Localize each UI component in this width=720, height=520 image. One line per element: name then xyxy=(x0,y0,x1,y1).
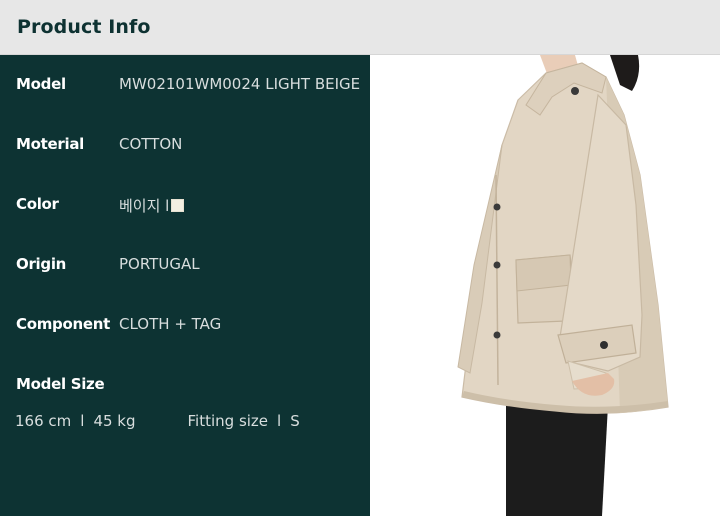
spec-row-color: Color 베이지 l xyxy=(16,195,370,217)
hair-shape xyxy=(610,55,640,91)
button xyxy=(493,203,501,211)
spec-value: PORTUGAL xyxy=(119,255,200,273)
separator: l xyxy=(277,412,282,430)
spec-label: Origin xyxy=(16,255,67,273)
page-title: Product Info xyxy=(17,16,151,38)
spec-value: CLOTH + TAG xyxy=(119,315,222,333)
fitting-size-value: S xyxy=(290,412,300,430)
separator: l xyxy=(80,412,85,430)
button xyxy=(493,331,501,339)
product-photo xyxy=(370,55,720,516)
collar-snap xyxy=(571,87,579,95)
spec-value: MW02101WM0024 LIGHT BEIGE xyxy=(119,75,361,93)
spec-label: Model xyxy=(16,75,66,93)
spec-row-material: Moterial COTTON xyxy=(16,135,370,157)
button xyxy=(493,261,501,269)
fitting-size-label: Fitting size xyxy=(187,412,269,430)
pocket-flap xyxy=(515,254,572,292)
model-photo-illustration xyxy=(457,55,669,516)
model-weight: 45 kg xyxy=(93,412,136,430)
model-size-row: Model Size xyxy=(16,375,370,397)
spec-label: Moterial xyxy=(16,135,84,153)
spec-value: COTTON xyxy=(119,135,183,153)
cuff-snap xyxy=(600,341,608,349)
spec-row-model: Model MW02101WM0024 LIGHT BEIGE xyxy=(16,75,370,97)
spec-row-origin: Origin PORTUGAL xyxy=(16,255,370,277)
color-name: 베이지 l xyxy=(119,197,170,215)
trousers-shape xyxy=(506,405,608,516)
spec-value-wrap: 베이지 l xyxy=(119,195,185,216)
spec-label: Color xyxy=(16,195,59,213)
model-height: 166 cm xyxy=(15,412,72,430)
model-size-line: 166 cm l 45 kg Fitting size l S xyxy=(15,412,300,430)
product-info-panel: Model MW02101WM0024 LIGHT BEIGE Moterial… xyxy=(0,55,370,516)
header-bar: Product Info xyxy=(0,0,720,55)
spec-label: Component xyxy=(16,315,110,333)
spec-row-component: Component CLOTH + TAG xyxy=(16,315,370,337)
model-size-label: Model Size xyxy=(16,375,105,393)
color-swatch xyxy=(171,199,185,212)
